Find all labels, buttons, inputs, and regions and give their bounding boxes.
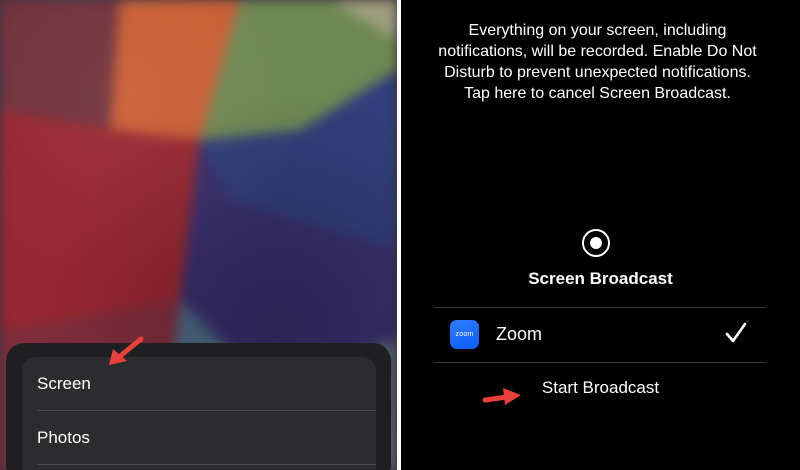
app-row-zoom[interactable]: zoom Zoom xyxy=(434,308,766,362)
menu-item-label: Screen xyxy=(37,373,91,393)
divider xyxy=(434,362,766,363)
checkmark-icon xyxy=(725,322,747,343)
zoom-app-icon: zoom xyxy=(450,320,479,349)
right-screen: Everything on your screen, including not… xyxy=(401,0,800,470)
record-icon xyxy=(582,229,610,257)
sheet-title: Screen Broadcast xyxy=(528,269,673,288)
menu-item-photos[interactable]: Photos xyxy=(22,411,376,464)
menu-item-label: Photos xyxy=(37,427,90,447)
app-label: Zoom xyxy=(496,324,543,344)
broadcast-info-text[interactable]: Everything on your screen, including not… xyxy=(431,20,764,104)
menu-item-screen[interactable]: Screen xyxy=(22,357,376,410)
record-dot xyxy=(590,237,602,249)
share-menu: Screen Photos xyxy=(22,357,376,470)
screenshot-composite: Screen Photos Everything on your screen,… xyxy=(0,0,800,470)
left-screen: Screen Photos xyxy=(0,0,397,470)
start-broadcast-button[interactable]: Start Broadcast xyxy=(401,378,800,398)
menu-divider xyxy=(37,464,376,465)
zoom-icon-text: zoom xyxy=(455,331,474,338)
